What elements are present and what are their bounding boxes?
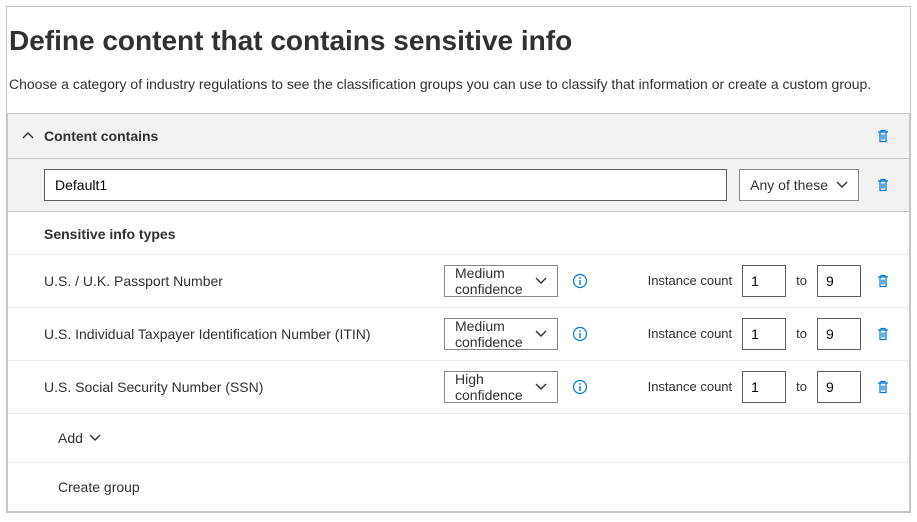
instance-min-input[interactable] bbox=[742, 265, 786, 297]
instance-max-input[interactable] bbox=[817, 371, 861, 403]
delete-row-button[interactable] bbox=[871, 375, 895, 399]
panel-title: Content contains bbox=[44, 128, 861, 144]
group-bar: Any of these bbox=[8, 159, 909, 212]
sensitive-info-row: U.S. / U.K. Passport Number Medium confi… bbox=[8, 254, 909, 307]
match-mode-value: Any of these bbox=[750, 177, 828, 193]
row-label: U.S. Social Security Number (SSN) bbox=[44, 379, 434, 395]
match-mode-dropdown[interactable]: Any of these bbox=[739, 169, 859, 201]
to-label: to bbox=[796, 326, 807, 341]
panel-header: Content contains bbox=[8, 114, 909, 159]
trash-icon bbox=[875, 273, 891, 289]
chevron-up-icon[interactable] bbox=[22, 130, 34, 142]
info-icon[interactable] bbox=[572, 273, 588, 289]
info-icon[interactable] bbox=[572, 379, 588, 395]
instance-max-input[interactable] bbox=[817, 265, 861, 297]
create-group-row: Create group bbox=[8, 462, 909, 511]
trash-icon bbox=[875, 128, 891, 144]
add-row: Add bbox=[8, 413, 909, 462]
instance-count-label: Instance count bbox=[648, 273, 733, 288]
page-intro: Choose a category of industry regulation… bbox=[7, 75, 910, 95]
to-label: to bbox=[796, 273, 807, 288]
chevron-down-icon bbox=[89, 430, 101, 446]
chevron-down-icon bbox=[836, 177, 848, 193]
sensitive-info-row: U.S. Social Security Number (SSN) High c… bbox=[8, 360, 909, 413]
row-label: U.S. Individual Taxpayer Identification … bbox=[44, 326, 434, 342]
to-label: to bbox=[796, 379, 807, 394]
chevron-down-icon bbox=[535, 326, 547, 342]
confidence-dropdown[interactable]: High confidence bbox=[444, 371, 558, 403]
confidence-dropdown[interactable]: Medium confidence bbox=[444, 265, 558, 297]
sensitive-info-row: U.S. Individual Taxpayer Identification … bbox=[8, 307, 909, 360]
trash-icon bbox=[875, 177, 891, 193]
row-label: U.S. / U.K. Passport Number bbox=[44, 273, 434, 289]
add-button-label: Add bbox=[58, 430, 83, 446]
instance-min-input[interactable] bbox=[742, 371, 786, 403]
instance-count-label: Instance count bbox=[648, 326, 733, 341]
chevron-down-icon bbox=[535, 273, 547, 289]
instance-max-input[interactable] bbox=[817, 318, 861, 350]
page-title: Define content that contains sensitive i… bbox=[7, 25, 910, 57]
trash-icon bbox=[875, 326, 891, 342]
delete-row-button[interactable] bbox=[871, 269, 895, 293]
content-contains-panel: Content contains Any of these Sensitive … bbox=[7, 113, 910, 512]
delete-group-button[interactable] bbox=[871, 173, 895, 197]
group-name-input[interactable] bbox=[44, 169, 727, 201]
delete-panel-button[interactable] bbox=[871, 124, 895, 148]
instance-count-label: Instance count bbox=[648, 379, 733, 394]
confidence-value: Medium confidence bbox=[455, 318, 535, 350]
info-icon[interactable] bbox=[572, 326, 588, 342]
create-group-button[interactable]: Create group bbox=[58, 479, 140, 495]
confidence-value: High confidence bbox=[455, 371, 535, 403]
delete-row-button[interactable] bbox=[871, 322, 895, 346]
confidence-value: Medium confidence bbox=[455, 265, 535, 297]
trash-icon bbox=[875, 379, 891, 395]
add-button[interactable]: Add bbox=[58, 430, 101, 446]
sensitive-info-subheader: Sensitive info types bbox=[8, 212, 909, 254]
confidence-dropdown[interactable]: Medium confidence bbox=[444, 318, 558, 350]
chevron-down-icon bbox=[535, 379, 547, 395]
instance-min-input[interactable] bbox=[742, 318, 786, 350]
